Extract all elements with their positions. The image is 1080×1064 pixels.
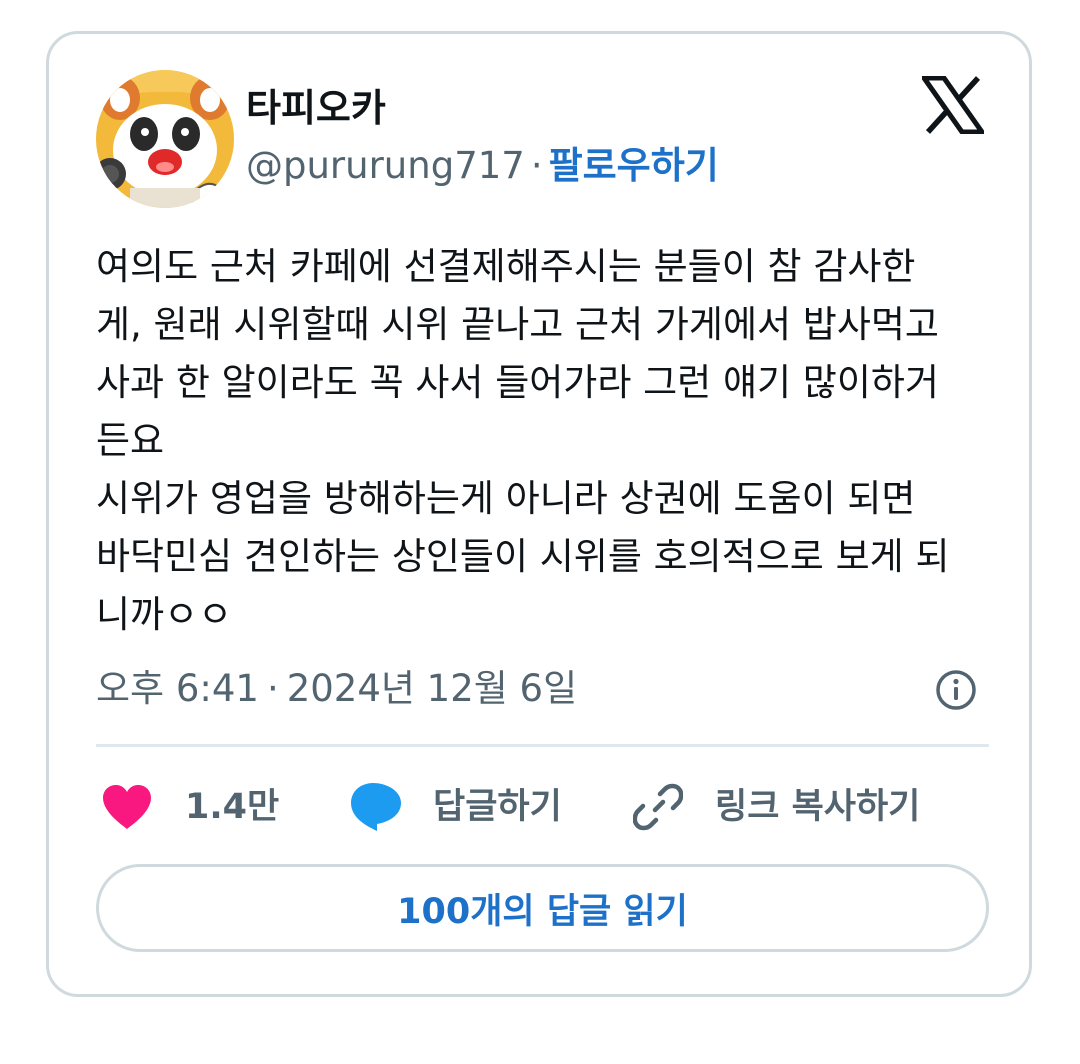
tweet-card: 타피오카 @pururung717 · 팔로우하기 여의도 근처 카페에 선결제해주… [46,31,1032,997]
handle-separator: · [530,144,543,187]
follow-button[interactable]: 팔로우하기 [549,144,719,187]
tweet-timestamp[interactable]: 오후 6:41 · 2024년 12월 6일 [96,664,577,714]
tweet-text: 여의도 근처 카페에 선결제해주시는 분들이 참 감사한 게, 원래 시위할때 … [96,245,950,636]
info-icon[interactable] [934,668,978,712]
tweet-time: 오후 6:41 [96,667,259,710]
link-icon [633,783,683,831]
x-logo-icon[interactable] [919,75,987,135]
read-replies-button[interactable]: 100개의 답글 읽기 [96,864,989,952]
avatar[interactable] [96,70,234,208]
red-panda-avatar-icon [96,70,234,208]
copy-link-label: 링크 복사하기 [715,787,921,827]
user-handle[interactable]: @pururung717 [246,144,525,187]
read-replies-label: 100개의 답글 읽기 [397,891,688,932]
tweet-date: 2024년 12월 6일 [286,667,578,710]
like-button[interactable]: 1.4만 [101,780,279,834]
reply-label: 답글하기 [433,787,562,827]
like-count: 1.4만 [185,787,280,827]
reply-button[interactable]: 답글하기 [349,780,562,834]
speech-bubble-icon [351,783,401,831]
divider [96,744,989,747]
handle-row: @pururung717 · 팔로우하기 [246,142,719,190]
display-name[interactable]: 타피오카 [246,84,386,132]
timestamp-separator: · [266,667,279,710]
heart-icon [103,785,151,829]
copy-link-button[interactable]: 링크 복사하기 [633,780,920,834]
